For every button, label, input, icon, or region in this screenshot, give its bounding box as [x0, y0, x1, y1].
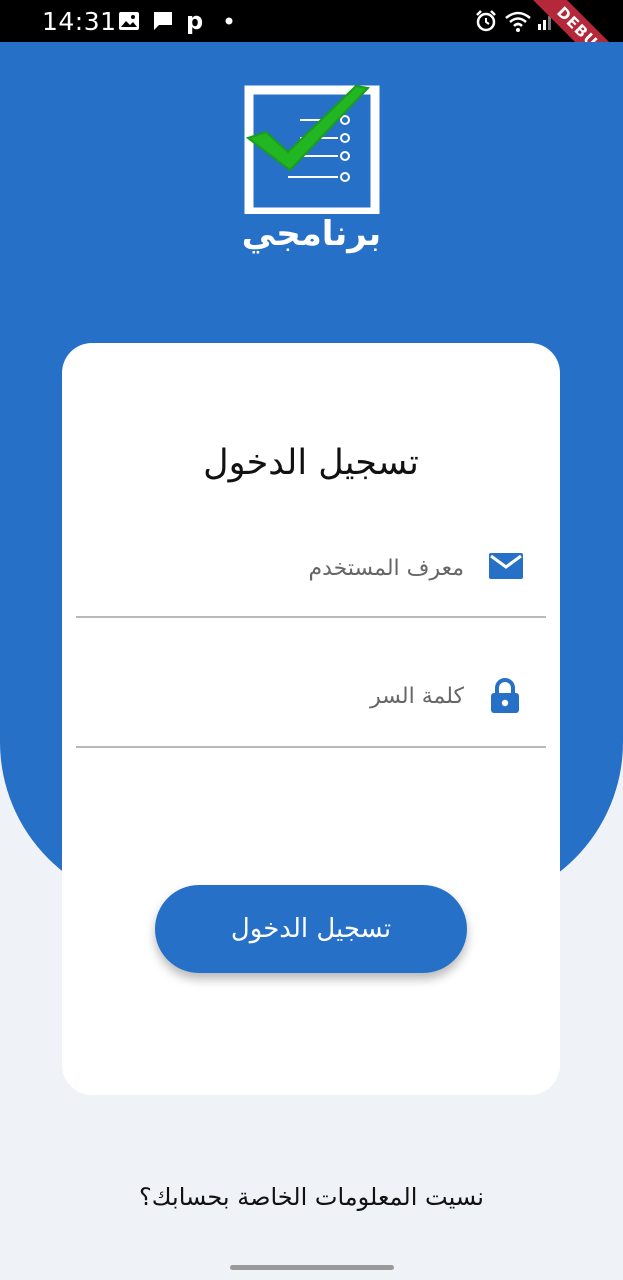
lock-icon — [490, 678, 520, 718]
password-input[interactable] — [104, 674, 464, 718]
email-icon — [488, 552, 524, 584]
login-card: تسجيل الدخول تسجيل الدخول — [62, 343, 560, 1095]
gallery-icon — [118, 0, 140, 42]
login-button[interactable]: تسجيل الدخول — [155, 885, 467, 973]
checkmark-icon — [245, 84, 371, 172]
alarm-icon — [474, 0, 498, 42]
login-button-label: تسجيل الدخول — [230, 914, 392, 944]
chat-icon — [152, 0, 174, 42]
clock: 14:31 — [42, 7, 117, 36]
username-input[interactable] — [104, 546, 464, 590]
navigation-bar — [0, 1256, 623, 1280]
password-field — [76, 668, 546, 748]
forgot-credentials-link[interactable]: نسيت المعلومات الخاصة بحسابك؟ — [0, 1183, 623, 1211]
wifi-icon — [504, 0, 532, 42]
username-field — [76, 538, 546, 618]
login-title: تسجيل الدخول — [203, 443, 419, 483]
app-logo — [244, 82, 380, 218]
app-name: برنامجي — [241, 214, 382, 254]
more-dot-icon — [225, 0, 233, 42]
gesture-handle[interactable] — [230, 1265, 394, 1270]
status-bar: 14:31 p DEBUG — [0, 0, 623, 94]
p-app-icon: p — [186, 7, 204, 35]
